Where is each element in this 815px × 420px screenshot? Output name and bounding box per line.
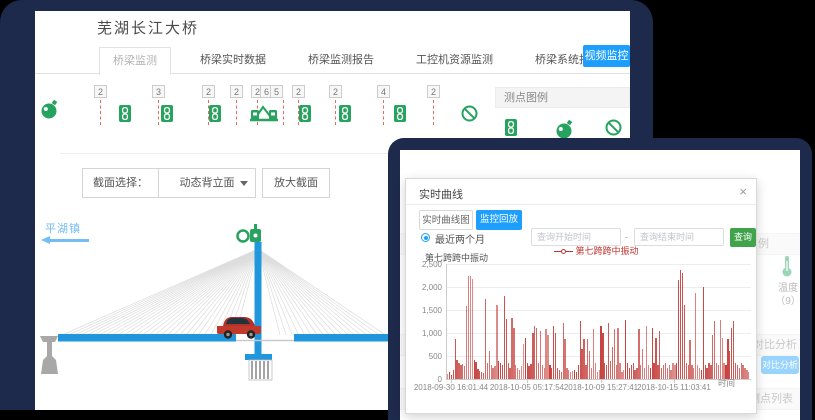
bridge-deck-right <box>294 334 390 342</box>
query-button[interactable]: 查询 <box>730 228 756 247</box>
tower-cap <box>245 354 272 360</box>
sensor-marker-line <box>100 100 101 125</box>
bridge-sensor-icon[interactable] <box>250 101 278 128</box>
page-title: 芜湖长江大桥 <box>97 17 199 38</box>
gauge-sensor-icon[interactable] <box>40 99 58 124</box>
main-tab-1[interactable]: 桥梁实时数据 <box>187 47 279 73</box>
main-tab-2[interactable]: 桥梁监测报告 <box>295 47 387 73</box>
close-icon[interactable]: × <box>739 184 747 199</box>
gridline <box>446 287 751 288</box>
gridline <box>446 333 751 334</box>
sensor-count-badge: 3 <box>152 85 165 98</box>
x-tick-label: 2018-10-09 15:27:41 <box>563 383 639 392</box>
sensor-marker-line <box>383 100 384 125</box>
section-select-dropdown[interactable]: 动态背立面 <box>158 169 255 197</box>
chart-bar <box>748 372 749 379</box>
legend-line-icon <box>554 251 561 253</box>
tower-pile <box>249 360 272 380</box>
y-tick-label: 1,000 <box>408 329 442 338</box>
bridge-tower <box>255 242 262 356</box>
date-range-separator: - <box>625 232 628 242</box>
realtime-curve-dialog: 实时曲线 × 实时曲线图 监控回放 最近两个月 - 查询 第七跨跨中振动 第七跨… <box>405 178 757 414</box>
x-tick-label: 2018-10-05 05:17:54 <box>489 383 565 392</box>
section-select-label: 截面选择： <box>83 169 158 197</box>
y-tick-label: 500 <box>408 352 442 361</box>
sensor-count-badge: 2 <box>230 85 243 98</box>
main-tabbar: 桥梁监测桥梁实时数据桥梁监测报告工控机资源监测桥梁系统报警 <box>35 47 630 74</box>
chain-sensor-icon[interactable] <box>119 105 131 127</box>
radio-label: 最近两个月 <box>435 231 485 246</box>
sensor-marker-line <box>335 100 336 125</box>
query-end-time-input[interactable] <box>634 228 724 246</box>
sensor-count-badge: 2 <box>202 85 215 98</box>
sensor-count-badge: 2 <box>292 85 305 98</box>
bridge-pier <box>40 336 58 374</box>
section-select-value: 动态背立面 <box>180 177 235 189</box>
x-tick-label: 2018-10-15 11:03:41 <box>636 383 712 392</box>
enlarge-section-button[interactable]: 放大截面 <box>262 168 330 198</box>
radio-last-two-months[interactable] <box>421 233 430 242</box>
sensor-marker-line <box>158 100 159 125</box>
dialog-header: 实时曲线 × <box>406 179 756 205</box>
chart-legend[interactable]: 第七跨跨中振动 <box>554 244 639 257</box>
sensor-marker-line <box>283 100 284 125</box>
sensor-count-badge: 2 <box>94 85 107 98</box>
legend-series-name: 第七跨跨中振动 <box>576 246 639 256</box>
y-tick-label: 2,000 <box>408 283 442 292</box>
y-tick-label: 2,500 <box>408 260 442 269</box>
sensor-count-badge: 2 <box>427 85 440 98</box>
sensor-count-badge: 5 <box>270 85 283 98</box>
main-tab-0[interactable]: 桥梁监测 <box>99 47 171 75</box>
section-select-group: 截面选择： 动态背立面 <box>82 168 256 198</box>
x-tick-label: 2018-09-30 16:01:44 <box>413 383 489 392</box>
chain-sensor-icon[interactable] <box>299 105 311 127</box>
x-axis-title: 时间 <box>718 377 735 389</box>
legend-panel-header: 测点图例 <box>495 87 630 108</box>
vibration-chart: 2,5002,0001,5001,0005000 <box>406 264 758 379</box>
chevron-down-icon <box>240 181 248 186</box>
bridge-deck-left <box>58 334 236 342</box>
sensor-count-badge: 2 <box>329 85 342 98</box>
sensor-marker-line <box>236 100 237 125</box>
gridline <box>446 310 751 311</box>
yaxis <box>446 264 447 379</box>
chain-sensor-icon[interactable] <box>209 105 221 127</box>
ban-sensor-icon[interactable] <box>461 105 478 127</box>
gridline <box>446 264 751 265</box>
sensor-count-badge: 4 <box>377 85 390 98</box>
tab-monitor-playback[interactable]: 监控回放 <box>476 210 522 230</box>
gridline <box>446 356 751 357</box>
tab-realtime-curve[interactable]: 实时曲线图 <box>419 210 473 230</box>
video-monitor-button[interactable]: 视频监控 <box>583 45 630 67</box>
tower-sensor-icon[interactable] <box>238 224 262 242</box>
legend-line-icon <box>566 251 573 253</box>
main-tab-3[interactable]: 工控机资源监测 <box>403 47 506 73</box>
bridge-cables <box>62 249 385 335</box>
xaxis <box>446 379 751 380</box>
chain-sensor-icon[interactable] <box>161 105 173 127</box>
dialog-title: 实时曲线 <box>419 186 463 202</box>
chain-sensor-icon[interactable] <box>394 105 406 127</box>
y-tick-label: 1,500 <box>408 306 442 315</box>
sensor-marker-line <box>433 100 434 125</box>
chain-sensor-icon[interactable] <box>339 105 351 127</box>
